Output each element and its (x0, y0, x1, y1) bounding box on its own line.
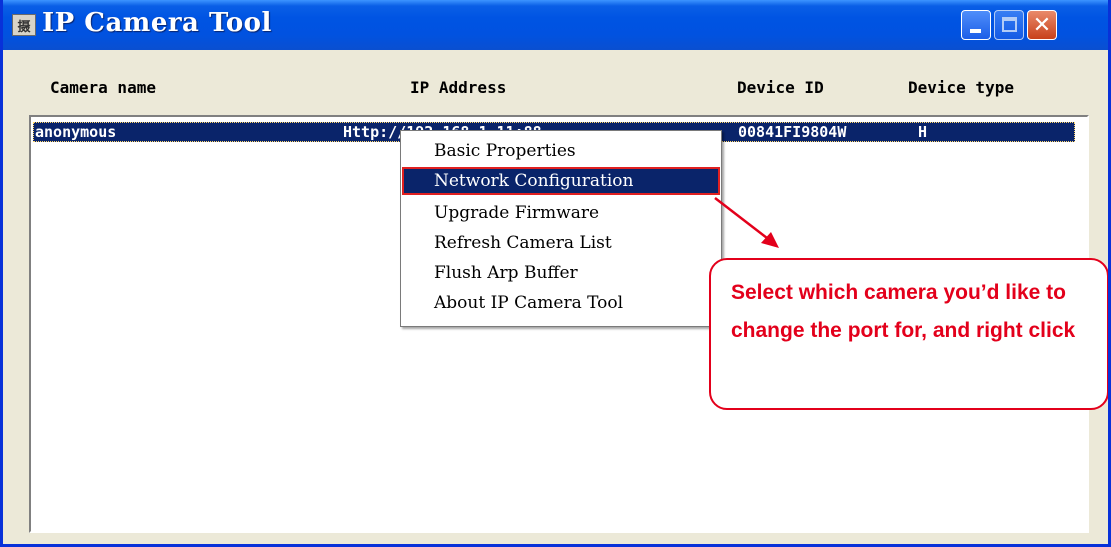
minimize-button[interactable] (961, 10, 991, 40)
column-header-ip-address[interactable]: IP Address (410, 78, 506, 97)
menu-item-refresh-camera-list[interactable]: Refresh Camera List (402, 229, 720, 257)
maximize-icon (1002, 17, 1017, 32)
menu-item-basic-properties[interactable]: Basic Properties (402, 137, 720, 165)
menu-item-network-configuration[interactable]: Network Configuration (402, 167, 720, 195)
column-header-device-type[interactable]: Device type (908, 78, 1014, 97)
ip-camera-tool-window: 摄 IP Camera Tool ✕ Camera name IP Addres… (0, 0, 1111, 547)
menu-item-upgrade-firmware[interactable]: Upgrade Firmware (402, 199, 720, 227)
column-header-device-id[interactable]: Device ID (737, 78, 824, 97)
close-button[interactable]: ✕ (1027, 10, 1057, 40)
menu-item-flush-arp-buffer[interactable]: Flush Arp Buffer (402, 259, 720, 287)
maximize-button[interactable] (994, 10, 1024, 40)
row-device-type: H (918, 123, 928, 141)
close-icon: ✕ (1032, 12, 1052, 38)
row-device-id: 00841FI9804W (738, 123, 847, 141)
row-camera-name: anonymous (35, 123, 117, 141)
column-header-camera-name[interactable]: Camera name (50, 78, 156, 97)
app-icon: 摄 (12, 14, 36, 36)
context-menu: Basic Properties Network Configuration U… (400, 130, 722, 327)
annotation-callout: Select which camera you’d like to change… (709, 258, 1108, 410)
title-bar[interactable]: 摄 IP Camera Tool ✕ (3, 0, 1108, 50)
window-title: IP Camera Tool (42, 8, 272, 38)
menu-item-about-ip-camera-tool[interactable]: About IP Camera Tool (402, 289, 720, 317)
column-header-row: Camera name IP Address Device ID Device … (3, 78, 1103, 106)
minimize-icon (970, 29, 981, 33)
